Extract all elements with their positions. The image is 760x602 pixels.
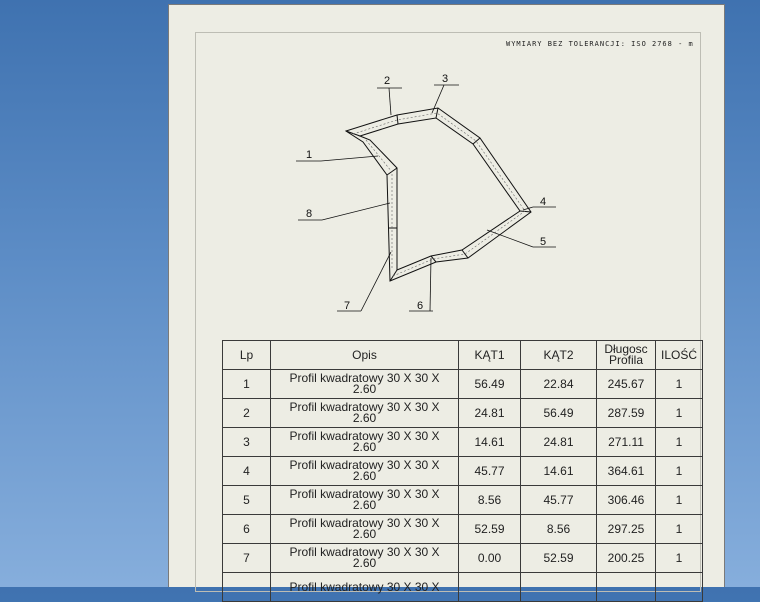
- header-ilosc: ILOŚĆ: [655, 340, 703, 370]
- cell-kat1: 0.00: [458, 543, 521, 573]
- table-row[interactable]: 3 Profil kwadratowy 30 X 30 X 2.60 14.61 24.…: [222, 427, 703, 457]
- cell-opis: Profil kwadratowy 30 X 30 X 2.60: [270, 369, 459, 399]
- table-row[interactable]: 7 Profil kwadratowy 30 X 30 X 2.60 0.00 52.5…: [222, 543, 703, 573]
- table-row[interactable]: 1 Profil kwadratowy 30 X 30 X 2.60 56.49 22.…: [222, 369, 703, 399]
- cell-lp: [222, 572, 271, 602]
- cell-lp: 5: [222, 485, 271, 515]
- header-lp: Lp: [222, 340, 271, 370]
- cell-opis: Profil kwadratowy 30 X 30 X 2.60: [270, 427, 459, 457]
- cell-kat1: 24.81: [458, 398, 521, 428]
- cell-opis-line: 2.60: [352, 556, 377, 570]
- cell-kat2: 52.59: [520, 543, 597, 573]
- cell-lp: 3: [222, 427, 271, 457]
- cell-kat2: 45.77: [520, 485, 597, 515]
- cell-lp: 7: [222, 543, 271, 573]
- cell-kat1: 14.61: [458, 427, 521, 457]
- cell-dlugosc: 271.11: [596, 427, 656, 457]
- cell-lp: 6: [222, 514, 271, 544]
- cell-lp: 1: [222, 369, 271, 399]
- table-row[interactable]: 2 Profil kwadratowy 30 X 30 X 2.60 24.81 56.…: [222, 398, 703, 428]
- bill-of-materials-table[interactable]: Lp Opis KĄT1 KĄT2 Długosc Profila ILOŚĆ …: [222, 340, 703, 602]
- table-row[interactable]: 6 Profil kwadratowy 30 X 30 X 2.60 52.59 8.5…: [222, 514, 703, 544]
- table-body: 1 Profil kwadratowy 30 X 30 X 2.60 56.49 22.…: [222, 369, 703, 602]
- cell-opis-line: 2.60: [352, 527, 377, 541]
- cell-kat2: 14.61: [520, 456, 597, 486]
- cell-kat1: 8.56: [458, 485, 521, 515]
- cell-opis-line: 2.60: [352, 469, 377, 483]
- balloon-7[interactable]: 7: [344, 300, 350, 312]
- cell-opis: Profil kwadratowy 30 X 30 X 2.60: [270, 543, 459, 573]
- cell-dlugosc: 364.61: [596, 456, 656, 486]
- cell-dlugosc: [596, 572, 656, 602]
- balloon-2[interactable]: 2: [384, 75, 390, 87]
- cell-dlugosc: 287.59: [596, 398, 656, 428]
- cell-opis-line: 2.60: [352, 411, 377, 425]
- header-dlugosc: Długosc Profila: [596, 340, 656, 370]
- cell-ilosc: 1: [655, 514, 703, 544]
- header-kat2: KĄT2: [520, 340, 597, 370]
- cell-dlugosc: 306.46: [596, 485, 656, 515]
- cell-opis-line: Profil kwadratowy 30 X 30 X: [289, 579, 440, 594]
- cell-opis: Profil kwadratowy 30 X 30 X 2.60: [270, 456, 459, 486]
- cell-ilosc: 1: [655, 485, 703, 515]
- cell-ilosc: 1: [655, 369, 703, 399]
- cell-kat2: 8.56: [520, 514, 597, 544]
- cell-dlugosc: 200.25: [596, 543, 656, 573]
- cell-kat2: 22.84: [520, 369, 597, 399]
- cell-kat2: [520, 572, 597, 602]
- cell-opis: Profil kwadratowy 30 X 30 X 2.60: [270, 398, 459, 428]
- cell-kat2: 24.81: [520, 427, 597, 457]
- cell-lp: 2: [222, 398, 271, 428]
- cell-lp: 4: [222, 456, 271, 486]
- cell-kat2: 56.49: [520, 398, 597, 428]
- balloon-3[interactable]: 3: [442, 73, 448, 85]
- cell-kat1: 52.59: [458, 514, 521, 544]
- cell-opis: Profil kwadratowy 30 X 30 X: [270, 572, 459, 602]
- header-kat1: KĄT1: [458, 340, 521, 370]
- cell-opis: Profil kwadratowy 30 X 30 X 2.60: [270, 485, 459, 515]
- cell-opis: Profil kwadratowy 30 X 30 X 2.60: [270, 514, 459, 544]
- header-opis: Opis: [270, 340, 459, 370]
- cell-kat1: 56.49: [458, 369, 521, 399]
- balloon-5[interactable]: 5: [540, 236, 546, 248]
- balloon-4[interactable]: 4: [540, 196, 546, 208]
- cell-dlugosc: 245.67: [596, 369, 656, 399]
- cell-ilosc: 1: [655, 456, 703, 486]
- table-header-row: Lp Opis KĄT1 KĄT2 Długosc Profila ILOŚĆ: [222, 340, 703, 370]
- frame-outline-inner: [358, 117, 521, 271]
- cell-ilosc: 1: [655, 543, 703, 573]
- cell-kat1: 45.77: [458, 456, 521, 486]
- balloon-6[interactable]: 6: [417, 300, 423, 312]
- cell-ilosc: [655, 572, 703, 602]
- cell-opis-line: 2.60: [352, 498, 377, 512]
- cell-kat1: [458, 572, 521, 602]
- table-row[interactable]: 5 Profil kwadratowy 30 X 30 X 2.60 8.56 45.7…: [222, 485, 703, 515]
- header-dlugosc-line2: Profila: [608, 353, 643, 367]
- cell-ilosc: 1: [655, 398, 703, 428]
- balloon-1[interactable]: 1: [306, 149, 312, 161]
- balloon-8[interactable]: 8: [306, 208, 312, 220]
- table-row[interactable]: Profil kwadratowy 30 X 30 X: [222, 572, 703, 602]
- cell-ilosc: 1: [655, 427, 703, 457]
- table-row[interactable]: 4 Profil kwadratowy 30 X 30 X 2.60 45.77 14.…: [222, 456, 703, 486]
- cell-opis-line: 2.60: [352, 382, 377, 396]
- cell-opis-line: 2.60: [352, 440, 377, 454]
- cell-dlugosc: 297.25: [596, 514, 656, 544]
